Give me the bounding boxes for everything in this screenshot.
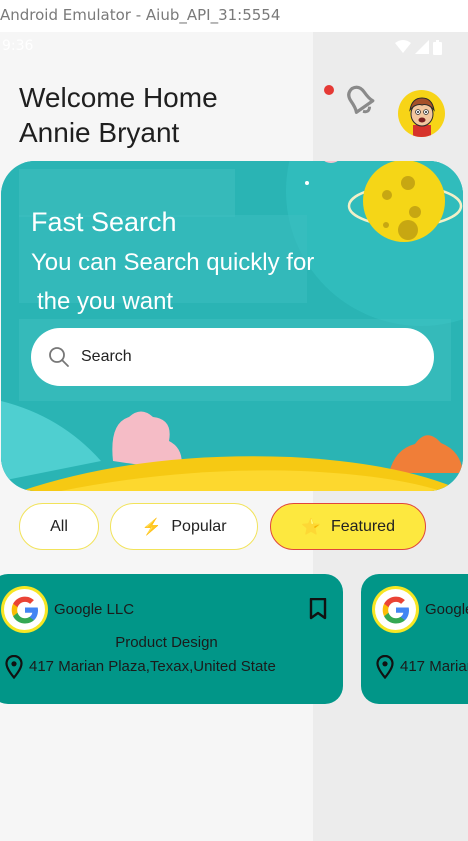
status-time: 9:36 [2, 38, 34, 54]
avatar[interactable] [398, 90, 445, 137]
battery-icon [433, 40, 442, 55]
wifi-icon [395, 40, 411, 53]
job-card[interactable]: Google LLC Product Design 417 Marian Pla… [0, 574, 343, 704]
job-address: 417 Marian Plaza,Texax,United State [400, 658, 468, 675]
company-logo [372, 586, 419, 633]
banner-subtitle-line1: You can Search quickly for [31, 249, 315, 276]
chip-all[interactable]: All [19, 503, 99, 550]
lightning-icon: ⚡ [141, 518, 162, 536]
signal-icon [415, 40, 429, 54]
search-banner: Fast Search You can Search quickly for t… [1, 161, 463, 491]
search-input[interactable] [81, 348, 401, 366]
filter-chips: All ⚡ Popular ⭐ Featured [0, 503, 468, 551]
emulator-title-bar: Android Emulator - Aiub_API_31:5554 [0, 0, 468, 32]
user-name: Annie Bryant [19, 117, 180, 148]
status-bar: 9:36 [0, 32, 468, 62]
company-name: Google LLC [425, 601, 468, 618]
location-pin-icon [5, 655, 23, 679]
chip-popular[interactable]: ⚡ Popular [110, 503, 258, 550]
welcome-heading: Welcome Home Annie Bryant [19, 80, 218, 150]
chip-featured-label: Featured [330, 517, 395, 535]
job-card[interactable]: Google LLC Product Design 417 Marian Pla… [361, 574, 468, 704]
company-logo [1, 586, 48, 633]
notification-dot [324, 85, 334, 95]
window-title: Android Emulator - Aiub_API_31:5554 [0, 6, 281, 24]
company-name: Google LLC [54, 601, 135, 618]
job-role: Product Design [115, 634, 218, 651]
google-icon [382, 596, 409, 623]
search-bar[interactable] [31, 328, 434, 386]
avatar-face-icon [409, 97, 435, 137]
greeting-text: Welcome Home [19, 82, 218, 113]
chip-featured[interactable]: ⭐ Featured [270, 503, 426, 550]
chip-all-label: All [50, 517, 68, 535]
job-address: 417 Marian Plaza,Texax,United State [29, 658, 276, 675]
status-icons [395, 40, 442, 55]
google-icon [11, 596, 38, 623]
job-role: Product Design [371, 634, 468, 651]
banner-title: Fast Search [31, 207, 177, 237]
bell-icon[interactable] [338, 78, 382, 122]
chip-popular-label: Popular [171, 517, 227, 535]
bookmark-icon[interactable] [309, 598, 327, 620]
banner-subtitle-line2: the you want [37, 288, 174, 315]
search-icon [49, 347, 69, 367]
star-icon: ⭐ [301, 518, 321, 536]
location-pin-icon [376, 655, 394, 679]
app-screen: 9:36 Welcome Home Annie Bryant Fast Sear… [0, 32, 468, 841]
